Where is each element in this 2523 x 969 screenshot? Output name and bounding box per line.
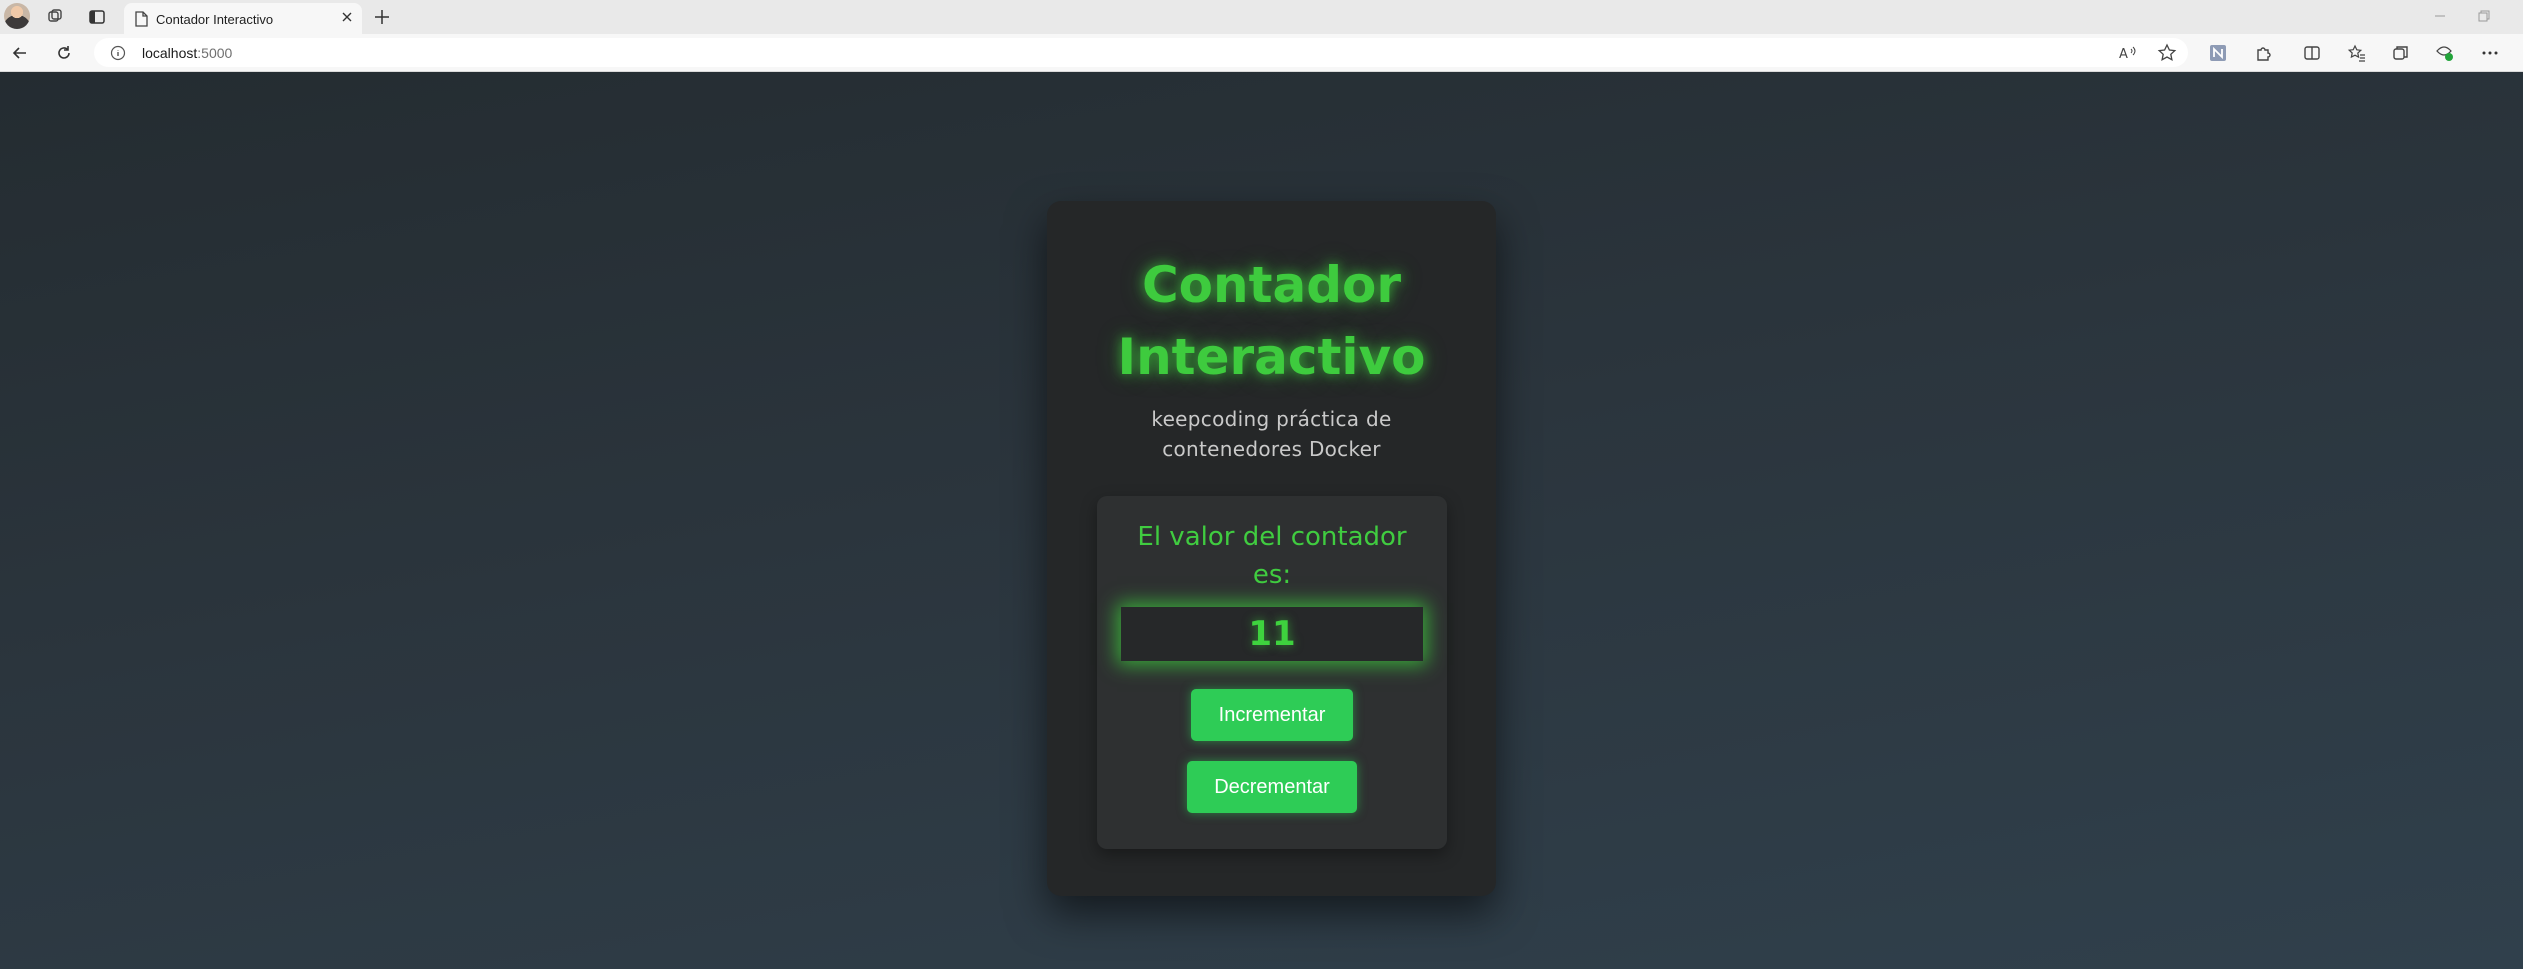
workspaces-icon[interactable] xyxy=(45,7,65,27)
page-background: Contador Interactivo keepcoding práctica… xyxy=(0,72,2523,969)
extensions-puzzle-icon[interactable] xyxy=(2254,43,2274,63)
increment-button[interactable]: Incrementar xyxy=(1191,689,1353,741)
counter-label-line-1: El valor del contador xyxy=(1137,522,1407,552)
title-line-1: Contador xyxy=(1141,256,1402,314)
back-icon[interactable] xyxy=(10,43,30,63)
read-aloud-icon[interactable]: A xyxy=(2118,43,2138,63)
refresh-icon[interactable] xyxy=(54,43,74,63)
address-bar: localhost:5000 A xyxy=(0,34,2523,72)
new-tab-icon[interactable] xyxy=(373,8,391,26)
title-line-2: Interactivo xyxy=(1117,328,1426,386)
favorites-list-icon[interactable] xyxy=(2347,43,2367,63)
url-text: localhost:5000 xyxy=(142,45,232,61)
extension-n-icon[interactable] xyxy=(2208,43,2228,63)
page-icon xyxy=(135,11,148,27)
restore-icon[interactable] xyxy=(2476,8,2492,24)
collections-icon[interactable] xyxy=(2391,43,2411,63)
info-icon[interactable] xyxy=(110,45,126,61)
tab-title: Contador Interactivo xyxy=(156,12,274,27)
page-subtitle: keepcoding práctica de contenedores Dock… xyxy=(1107,404,1436,464)
counter-label: El valor del contador es: xyxy=(1117,518,1427,594)
counter-panel: El valor del contador es: 11 Incrementar… xyxy=(1097,496,1447,849)
url-field[interactable]: localhost:5000 xyxy=(94,38,2188,67)
page-title: Contador Interactivo xyxy=(1047,249,1496,393)
close-tab-icon[interactable] xyxy=(340,10,354,24)
url-host: localhost xyxy=(142,45,198,61)
decrement-button[interactable]: Decrementar xyxy=(1187,761,1357,813)
profile-avatar[interactable] xyxy=(4,3,30,29)
subtitle-line-1: keepcoding práctica de xyxy=(1151,407,1392,431)
browser-essentials-icon[interactable] xyxy=(2434,43,2454,63)
subtitle-line-2: contenedores Docker xyxy=(1162,437,1381,461)
counter-label-line-2: es: xyxy=(1252,560,1292,590)
counter-card: Contador Interactivo keepcoding práctica… xyxy=(1047,201,1496,896)
split-screen-icon[interactable] xyxy=(2302,43,2322,63)
favorite-star-icon[interactable] xyxy=(2157,43,2177,63)
tab-actions-icon[interactable] xyxy=(87,7,107,27)
counter-value: 11 xyxy=(1248,614,1296,654)
active-tab[interactable]: Contador Interactivo xyxy=(124,3,362,34)
minimize-icon[interactable] xyxy=(2432,8,2448,24)
browser-tab-bar: Contador Interactivo xyxy=(0,0,2523,34)
more-options-icon[interactable] xyxy=(2480,43,2500,63)
counter-display: 11 xyxy=(1121,607,1423,661)
url-port: :5000 xyxy=(197,45,233,61)
svg-text:A: A xyxy=(2119,47,2128,62)
